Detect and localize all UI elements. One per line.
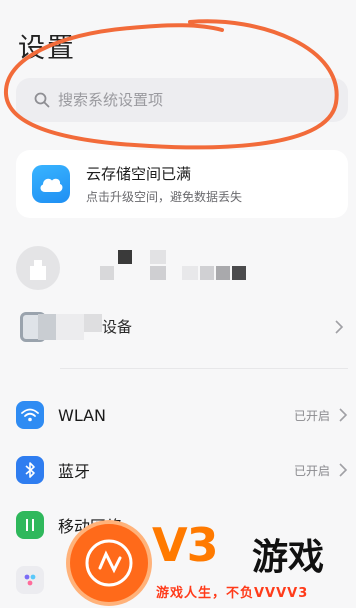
watermark-logo: V3 游戏 游戏人生，不负VVVV3 bbox=[66, 518, 356, 608]
search-input[interactable] bbox=[58, 91, 318, 109]
search-icon bbox=[34, 92, 50, 108]
cloud-card-subtitle: 点击升级空间，避免数据丢失 bbox=[86, 190, 243, 204]
device-row-redacted[interactable]: 设备 bbox=[16, 306, 348, 350]
setting-label: 蓝牙 bbox=[58, 462, 91, 481]
watermark-slogan: 游戏人生，不负VVVV3 bbox=[156, 586, 309, 601]
setting-row-wlan[interactable]: WLAN 已开启 bbox=[16, 393, 348, 437]
bluetooth-icon bbox=[16, 456, 44, 484]
cloud-card-title: 云存储空间已满 bbox=[86, 165, 192, 183]
search-bar[interactable] bbox=[16, 78, 348, 122]
mobile-data-icon bbox=[16, 511, 44, 539]
setting-row-bluetooth[interactable]: 蓝牙 已开启 bbox=[16, 448, 348, 492]
chevron-right-icon bbox=[339, 463, 348, 477]
cloud-icon bbox=[32, 165, 70, 203]
page-title: 设置 bbox=[18, 33, 76, 64]
cloud-storage-card[interactable]: 云存储空间已满 点击升级空间，避免数据丢失 bbox=[16, 150, 348, 218]
section-divider bbox=[60, 368, 348, 369]
chevron-right-icon bbox=[339, 408, 348, 422]
pixelation-mosaic bbox=[72, 244, 332, 288]
device-row-label: 设备 bbox=[102, 318, 133, 336]
wifi-icon bbox=[16, 401, 44, 429]
assistant-icon bbox=[16, 566, 44, 594]
watermark-name: 游戏 bbox=[252, 537, 325, 578]
chevron-right-icon bbox=[335, 320, 344, 334]
avatar bbox=[16, 246, 60, 290]
setting-status: 已开启 bbox=[293, 408, 330, 423]
v3-logo-circle-icon bbox=[70, 524, 148, 602]
setting-label: WLAN bbox=[58, 405, 107, 425]
account-row-redacted[interactable] bbox=[16, 244, 348, 292]
setting-status: 已开启 bbox=[293, 463, 330, 478]
watermark-brand: V3 bbox=[152, 518, 219, 572]
